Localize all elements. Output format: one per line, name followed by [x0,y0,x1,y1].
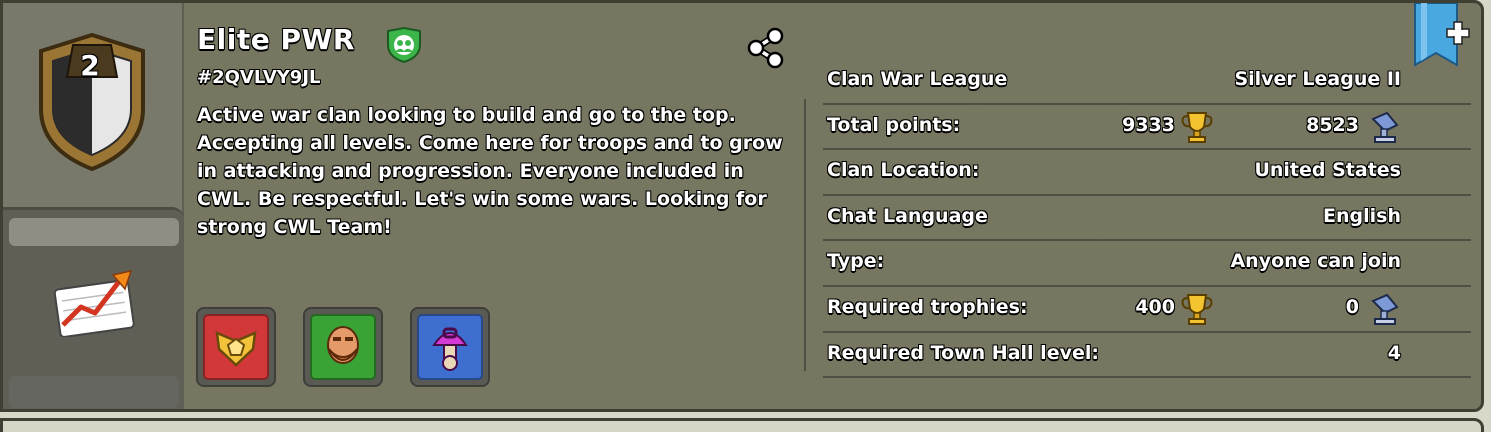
vertical-divider [804,99,806,371]
chart-up-icon[interactable] [51,267,141,337]
required-trophies: 400 [1135,295,1175,318]
info-row-town-hall: Required Town Hall level: 4 [823,333,1471,379]
clan-level: 2 [80,49,100,82]
left-column: 2 [3,3,184,409]
info-row-type: Type: Anyone can join [823,241,1471,287]
family-friendly-icon[interactable] [385,27,423,63]
bookmark-add-icon[interactable] [1413,3,1471,73]
info-row-cwl: Clan War League Silver League II [823,59,1471,105]
clan-name: Elite PWR [197,23,355,56]
info-value: Silver League II [1234,68,1401,90]
trophy-points: 9333 [1122,113,1175,136]
trophy-icon [1181,111,1213,143]
info-value: 4 [1387,341,1401,364]
barbarian-icon [310,314,376,380]
info-label: Clan Location: [827,159,980,182]
clan-label-war[interactable] [196,307,276,387]
divider-bar [9,376,179,408]
required-builder-trophies: 0 [1345,295,1359,318]
builder-trophy-icon [1371,293,1399,325]
clan-info-panel: 2 Elite PWR #2QVLVY9JL Active war clan l… [0,0,1484,412]
clan-info-table: Clan War League Silver League II Total p… [823,59,1471,379]
info-value: Anyone can join [1230,250,1401,273]
trophy-icon [1181,293,1213,325]
info-row-required-trophies: Required trophies: 400 0 [823,287,1471,333]
clan-description: Active war clan looking to build and go … [197,104,783,238]
bottom-panel-edge [0,418,1484,432]
clan-wars-icon [203,314,269,380]
clan-label-builder[interactable] [410,307,490,387]
info-label: Type: [827,250,885,273]
info-row-points: Total points: 9333 8523 [823,105,1471,151]
info-label: Required Town Hall level: [827,341,1099,364]
clan-label-troops[interactable] [303,307,383,387]
info-label: Required trophies: [827,295,1028,318]
info-value: United States [1254,159,1401,182]
info-row-location: Clan Location: United States [823,150,1471,196]
info-label: Clan War League [827,68,1008,90]
share-icon[interactable] [745,27,787,69]
builder-trophy-icon [1371,111,1399,143]
info-label: Total points: [827,113,961,136]
info-label: Chat Language [827,204,988,227]
info-row-language: Chat Language English [823,196,1471,242]
divider-bar [9,218,179,246]
builder-points: 8523 [1306,113,1359,136]
mushroom-icon [417,314,483,380]
clan-tag: #2QVLVY9JL [197,67,321,88]
info-value: English [1323,204,1401,227]
